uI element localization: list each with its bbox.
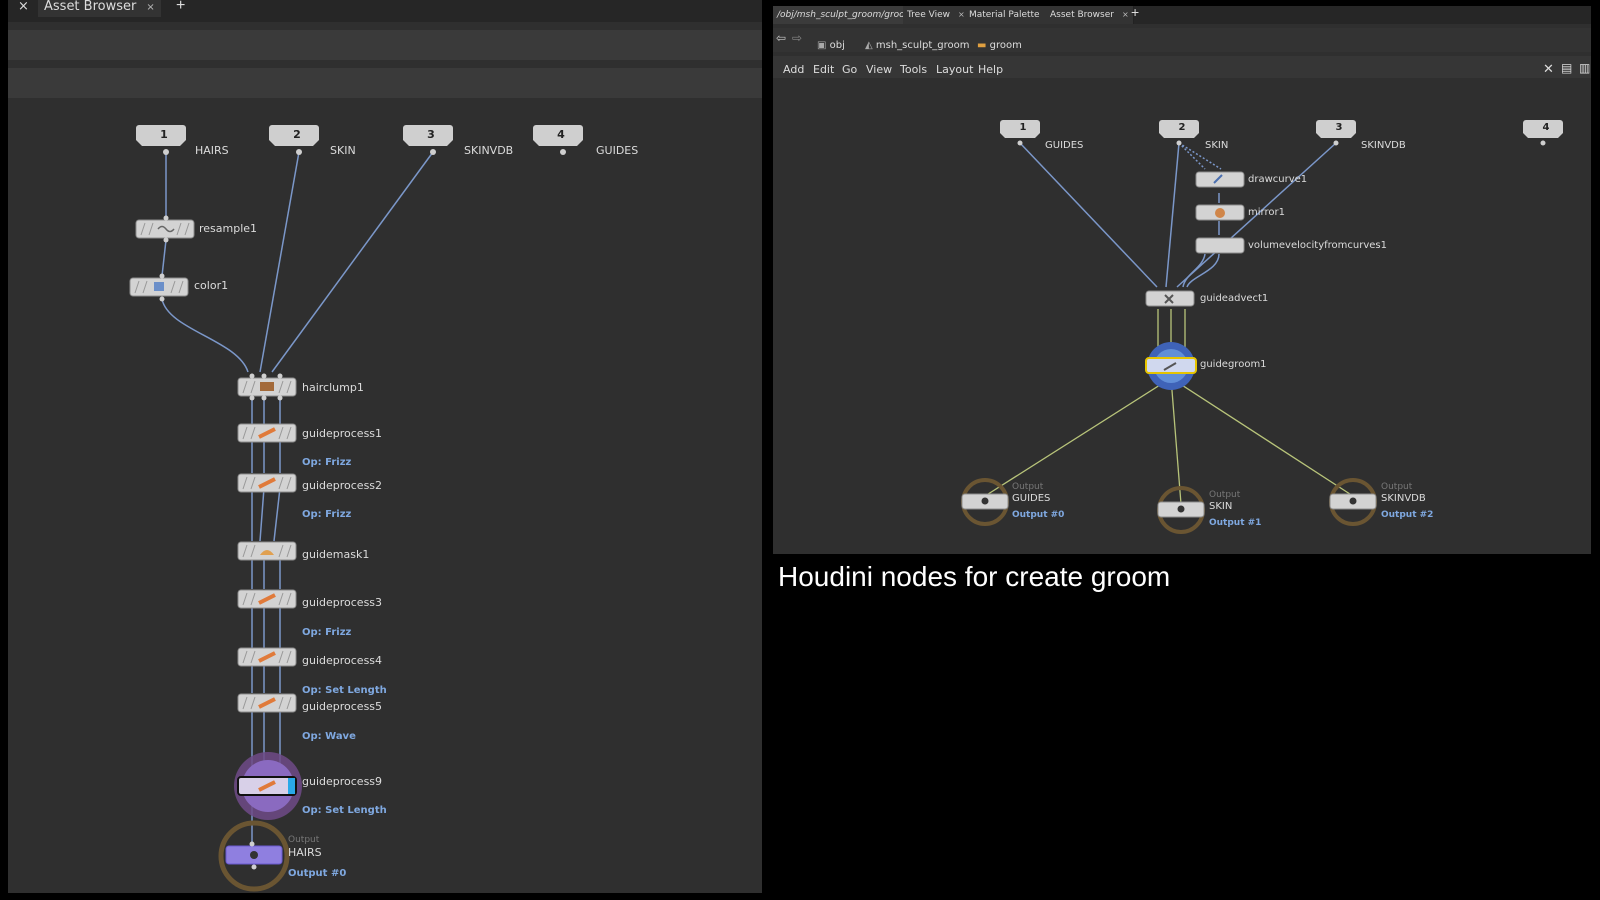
- input-3-number: 3: [427, 128, 435, 141]
- input-4-number: 4: [1542, 122, 1550, 133]
- node-label[interactable]: volumevelocityfromcurves1: [1248, 240, 1387, 251]
- input-2-number: 2: [293, 128, 301, 141]
- image-caption: Houdini nodes for create groom: [778, 561, 1171, 592]
- node-label[interactable]: guideprocess2: [302, 479, 382, 492]
- output-caption: Output: [1012, 482, 1044, 492]
- right-network-graph: [961, 120, 1563, 534]
- output-caption: Output: [1209, 490, 1241, 500]
- input-2-label: SKIN: [330, 144, 356, 157]
- output-label[interactable]: SKIN: [1209, 501, 1232, 512]
- node-label[interactable]: guideprocess5: [302, 700, 382, 713]
- node-label[interactable]: hairclump1: [302, 381, 364, 394]
- node-label[interactable]: mirror1: [1248, 207, 1285, 218]
- output-sub: Output #1: [1209, 518, 1262, 528]
- input-3-label: SKINVDB: [1361, 140, 1406, 151]
- output-caption: Output: [288, 835, 320, 845]
- input-2-number: 2: [1178, 122, 1186, 133]
- node-op: Op: Set Length: [302, 805, 387, 816]
- node-label[interactable]: color1: [194, 279, 228, 292]
- node-op: Op: Set Length: [302, 685, 387, 696]
- output-label[interactable]: SKINVDB: [1381, 493, 1426, 504]
- node-op: Op: Frizz: [302, 457, 352, 468]
- node-label[interactable]: guideprocess4: [302, 654, 382, 667]
- output-caption: Output: [1381, 482, 1413, 492]
- right-network-pane: /obj/msh_sculpt_groom/groom× Tree View× …: [773, 6, 1591, 554]
- input-3-number: 3: [1335, 122, 1343, 133]
- input-1-label: GUIDES: [1045, 140, 1084, 151]
- output-sub: Output #0: [1012, 510, 1065, 520]
- output-sub: Output #0: [288, 868, 347, 879]
- node-op: Op: Wave: [302, 731, 356, 742]
- left-network-pane: × Asset Browser × + 1 2 3 4 HAIRS SKIN S…: [8, 0, 762, 893]
- output-label[interactable]: HAIRS: [288, 846, 322, 859]
- input-1-label: HAIRS: [195, 144, 229, 157]
- node-label[interactable]: drawcurve1: [1248, 174, 1307, 185]
- node-label[interactable]: resample1: [199, 222, 257, 235]
- node-op: Op: Frizz: [302, 509, 352, 520]
- node-label[interactable]: guideprocess1: [302, 427, 382, 440]
- node-op: Op: Frizz: [302, 627, 352, 638]
- node-label[interactable]: guidemask1: [302, 548, 369, 561]
- input-3-label: SKINVDB: [464, 144, 514, 157]
- node-label[interactable]: guideadvect1: [1200, 293, 1268, 304]
- node-label[interactable]: guideprocess9: [302, 775, 382, 788]
- input-1-number: 1: [160, 128, 168, 141]
- output-sub: Output #2: [1381, 510, 1434, 520]
- input-4-number: 4: [557, 128, 565, 141]
- output-label[interactable]: GUIDES: [1012, 493, 1050, 504]
- node-label[interactable]: guideprocess3: [302, 596, 382, 609]
- left-network-graph: [129, 125, 583, 892]
- input-2-label: SKIN: [1205, 140, 1229, 151]
- input-4-label: GUIDES: [596, 144, 639, 157]
- node-label[interactable]: guidegroom1: [1200, 359, 1267, 370]
- input-1-number: 1: [1019, 122, 1027, 133]
